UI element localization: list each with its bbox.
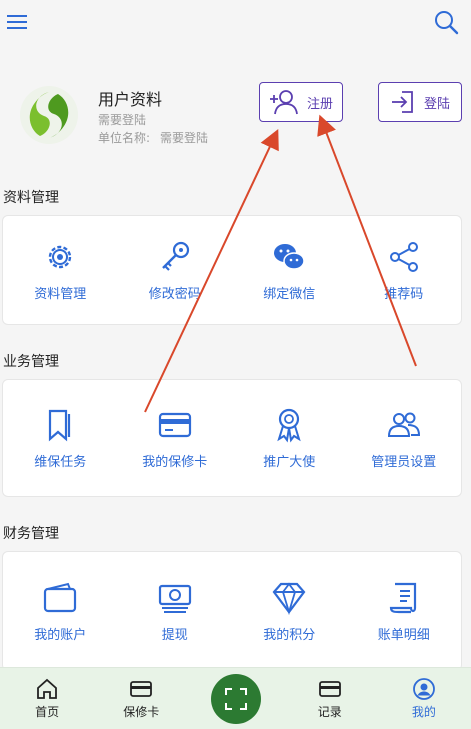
card-icon	[318, 681, 341, 697]
top-bar	[0, 0, 471, 44]
bookmark-icon	[49, 409, 71, 441]
tab-warranty-card[interactable]: 保修卡	[94, 668, 188, 729]
menu-item-my-account[interactable]: 我的账户	[3, 552, 118, 670]
menu-item-bill-details[interactable]: 账单明细	[347, 552, 462, 670]
login-icon	[391, 91, 413, 113]
tab-scan[interactable]	[188, 668, 282, 729]
menu-item-label: 我的积分	[263, 627, 316, 643]
card-profile-manage: 资料管理 修改密码 绑定微信 推荐码	[2, 215, 462, 325]
menu-item-my-points[interactable]: 我的积分	[232, 552, 347, 670]
tab-me[interactable]: 我的	[377, 668, 471, 729]
menu-item-label: 提现	[161, 627, 188, 643]
wallet-icon	[44, 582, 77, 612]
menu-item-bind-wechat[interactable]: 绑定微信	[232, 216, 347, 324]
menu-item-label: 我的账户	[34, 627, 87, 643]
menu-item-data-manage[interactable]: 资料管理	[3, 216, 118, 324]
menu-item-withdraw[interactable]: 提现	[118, 552, 233, 670]
medal-icon	[277, 408, 301, 442]
unit-value: 需要登陆	[160, 131, 209, 145]
register-button[interactable]: 注册	[259, 82, 343, 122]
section-title-finance-manage: 财务管理	[3, 526, 59, 542]
menu-item-label: 绑定微信	[263, 286, 316, 302]
home-icon	[37, 678, 57, 699]
login-label: 登陆	[423, 96, 450, 112]
users-icon	[387, 412, 420, 437]
menu-item-label: 推广大使	[263, 454, 316, 470]
brand-logo	[20, 86, 78, 144]
menu-icon[interactable]	[7, 11, 29, 33]
menu-item-label: 我的保修卡	[142, 454, 208, 470]
menu-item-label: 维保任务	[34, 454, 87, 470]
menu-item-ambassador[interactable]: 推广大使	[232, 380, 347, 496]
wechat-icon	[274, 243, 305, 270]
menu-item-my-warranty-card[interactable]: 我的保修卡	[118, 380, 233, 496]
menu-item-label: 账单明细	[377, 627, 430, 643]
card-finance-manage: 我的账户 提现 我的积分 账单明细	[2, 551, 462, 671]
tab-records[interactable]: 记录	[283, 668, 377, 729]
menu-item-change-password[interactable]: 修改密码	[118, 216, 233, 324]
card-icon	[130, 681, 153, 697]
register-label: 注册	[306, 96, 333, 112]
key-icon	[161, 241, 189, 271]
tab-label: 首页	[35, 705, 60, 719]
login-button[interactable]: 登陆	[378, 82, 462, 122]
user-plus-icon	[269, 90, 298, 115]
tab-label: 保修卡	[123, 705, 160, 719]
receipt-icon	[389, 582, 416, 613]
user-circle-icon	[413, 678, 435, 700]
diamond-icon	[272, 582, 306, 615]
card-business-manage: 维保任务 我的保修卡 推广大使 管理员设置	[2, 379, 462, 497]
profile-name: 用户资料	[98, 90, 163, 109]
section-title-business-manage: 业务管理	[3, 354, 59, 370]
menu-item-label: 推荐码	[384, 286, 424, 302]
tab-label: 我的	[411, 705, 436, 719]
bottom-tab-bar: 首页 保修卡 记录 我的	[0, 667, 471, 729]
scan-icon	[224, 687, 247, 710]
unit-label: 单位名称:	[98, 131, 151, 145]
menu-item-admin-settings[interactable]: 管理员设置	[347, 380, 462, 496]
scan-button[interactable]	[210, 673, 261, 724]
menu-item-label: 资料管理	[34, 286, 87, 302]
section-title-profile-manage: 资料管理	[3, 190, 59, 206]
tab-label: 记录	[317, 705, 342, 719]
menu-item-label: 管理员设置	[371, 454, 437, 470]
profile-unit: 单位名称: 需要登陆	[98, 129, 208, 146]
tab-home[interactable]: 首页	[0, 668, 94, 729]
share-icon	[389, 241, 418, 272]
profile-login-hint: 需要登陆	[98, 113, 147, 127]
menu-item-referral-code[interactable]: 推荐码	[347, 216, 462, 324]
search-icon[interactable]	[433, 9, 459, 35]
menu-item-label: 修改密码	[148, 286, 201, 302]
card-icon	[158, 412, 191, 437]
cash-icon	[158, 584, 191, 613]
menu-item-maintenance-tasks[interactable]: 维保任务	[3, 380, 118, 496]
gear-icon	[49, 245, 72, 268]
